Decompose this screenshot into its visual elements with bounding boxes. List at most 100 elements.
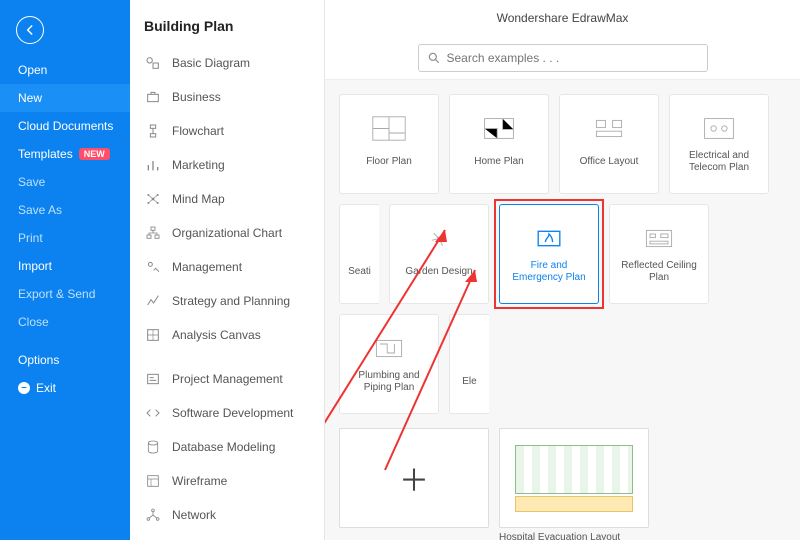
- app-title: Wondershare EdrawMax: [497, 11, 629, 25]
- template-seating-plan[interactable]: Seati: [339, 204, 379, 304]
- seating-icon: [342, 224, 378, 252]
- new-badge: NEW: [79, 148, 110, 160]
- nav-exit[interactable]: – Exit: [0, 374, 130, 402]
- canvas-icon: [144, 326, 162, 344]
- template-ceiling-plan[interactable]: Reflected Ceiling Plan: [609, 204, 709, 304]
- nav-label: Templates: [18, 147, 73, 161]
- app-title-bar: Wondershare EdrawMax: [325, 0, 800, 36]
- template-label: Reflected Ceiling Plan: [610, 260, 708, 284]
- code-icon: [144, 404, 162, 422]
- category-list[interactable]: Basic Diagram Business Flowchart Marketi…: [130, 46, 324, 540]
- nav-label: Close: [18, 315, 49, 329]
- template-home-plan[interactable]: Home Plan: [449, 94, 549, 194]
- database-icon: [144, 438, 162, 456]
- category-panel: Building Plan Basic Diagram Business Flo…: [130, 0, 325, 540]
- template-elevation[interactable]: Ele: [449, 314, 489, 414]
- category-strategy[interactable]: Strategy and Planning: [130, 284, 324, 318]
- category-electrical-eng[interactable]: Electrical Engineering: [130, 532, 324, 540]
- plus-icon: ＋: [339, 428, 489, 528]
- mindmap-icon: [144, 190, 162, 208]
- nav-export[interactable]: Export & Send: [0, 280, 130, 308]
- category-label: Mind Map: [172, 192, 225, 206]
- network-icon: [144, 506, 162, 524]
- template-office-layout[interactable]: Office Layout: [559, 94, 659, 194]
- shapes-icon: [144, 54, 162, 72]
- category-project-management[interactable]: Project Management: [130, 362, 324, 396]
- category-mind-map[interactable]: Mind Map: [130, 182, 324, 216]
- category-analysis[interactable]: Analysis Canvas: [130, 318, 324, 352]
- nav-label: Save: [18, 175, 45, 189]
- nav-label: Cloud Documents: [18, 119, 113, 133]
- category-wireframe[interactable]: Wireframe: [130, 464, 324, 498]
- home-plan-icon: [481, 114, 517, 142]
- search-icon: [427, 51, 441, 65]
- category-flowchart[interactable]: Flowchart: [130, 114, 324, 148]
- template-label: Plumbing and Piping Plan: [340, 370, 438, 394]
- office-icon: [591, 114, 627, 142]
- back-button[interactable]: [16, 16, 44, 44]
- category-database[interactable]: Database Modeling: [130, 430, 324, 464]
- category-label: Flowchart: [172, 124, 224, 138]
- category-label: Management: [172, 260, 242, 274]
- nav-import[interactable]: Import: [0, 252, 130, 280]
- nav-label: Import: [18, 259, 52, 273]
- new-blank-template[interactable]: ＋: [339, 428, 489, 540]
- flowchart-icon: [144, 122, 162, 140]
- nav-label: Export & Send: [18, 287, 95, 301]
- template-label: Fire and Emergency Plan: [500, 260, 598, 284]
- telecom-icon: [701, 114, 737, 142]
- category-software-dev[interactable]: Software Development: [130, 396, 324, 430]
- nav-save-as[interactable]: Save As: [0, 196, 130, 224]
- nav-save[interactable]: Save: [0, 168, 130, 196]
- examples-gallery: ＋ Hospital Evacuation Layout Hotel Fire …: [325, 414, 800, 540]
- search-box[interactable]: [418, 44, 708, 72]
- nav-print[interactable]: Print: [0, 224, 130, 252]
- nav-label: Open: [18, 63, 47, 77]
- example-label: Hospital Evacuation Layout: [499, 532, 649, 540]
- nav-label: Print: [18, 231, 43, 245]
- nav-label: Exit: [36, 381, 56, 395]
- search-input[interactable]: [447, 51, 699, 65]
- sidebar-nav: Open New Cloud Documents Templates NEW S…: [0, 0, 130, 540]
- template-fire-emergency[interactable]: Fire and Emergency Plan: [499, 204, 599, 304]
- nav-close[interactable]: Close: [0, 308, 130, 336]
- category-business[interactable]: Business: [130, 80, 324, 114]
- template-label: Seati: [344, 260, 375, 284]
- template-label: Ele: [458, 370, 480, 394]
- nav-templates[interactable]: Templates NEW: [0, 140, 130, 168]
- project-icon: [144, 370, 162, 388]
- orgchart-icon: [144, 224, 162, 242]
- category-network[interactable]: Network: [130, 498, 324, 532]
- plumbing-icon: [371, 334, 407, 362]
- category-label: Analysis Canvas: [172, 328, 261, 342]
- example-hospital-evacuation[interactable]: Hospital Evacuation Layout: [499, 428, 649, 540]
- nav-cloud-documents[interactable]: Cloud Documents: [0, 112, 130, 140]
- nav-label: Save As: [18, 203, 62, 217]
- category-marketing[interactable]: Marketing: [130, 148, 324, 182]
- category-label: Business: [172, 90, 221, 104]
- category-org-chart[interactable]: Organizational Chart: [130, 216, 324, 250]
- template-garden-design[interactable]: Garden Design: [389, 204, 489, 304]
- template-label: Office Layout: [576, 150, 643, 174]
- category-label: Project Management: [172, 372, 283, 386]
- template-electrical-plan[interactable]: Electrical and Telecom Plan: [669, 94, 769, 194]
- wireframe-icon: [144, 472, 162, 490]
- nav-new[interactable]: New: [0, 84, 130, 112]
- example-thumbnail: [499, 428, 649, 528]
- template-label: Garden Design: [401, 260, 476, 284]
- template-label: Floor Plan: [362, 150, 416, 174]
- elevation-icon: [452, 334, 488, 362]
- nav-open[interactable]: Open: [0, 56, 130, 84]
- ceiling-icon: [641, 224, 677, 252]
- category-management[interactable]: Management: [130, 250, 324, 284]
- category-label: Basic Diagram: [172, 56, 250, 70]
- exit-icon: –: [18, 382, 30, 394]
- category-basic-diagram[interactable]: Basic Diagram: [130, 46, 324, 80]
- category-label: Organizational Chart: [172, 226, 282, 240]
- template-label: Home Plan: [470, 150, 527, 174]
- nav-options[interactable]: Options: [0, 346, 130, 374]
- template-plumbing-plan[interactable]: Plumbing and Piping Plan: [339, 314, 439, 414]
- category-label: Software Development: [172, 406, 293, 420]
- main-content: Wondershare EdrawMax Floor Plan Home Pla…: [325, 0, 800, 540]
- template-floor-plan[interactable]: Floor Plan: [339, 94, 439, 194]
